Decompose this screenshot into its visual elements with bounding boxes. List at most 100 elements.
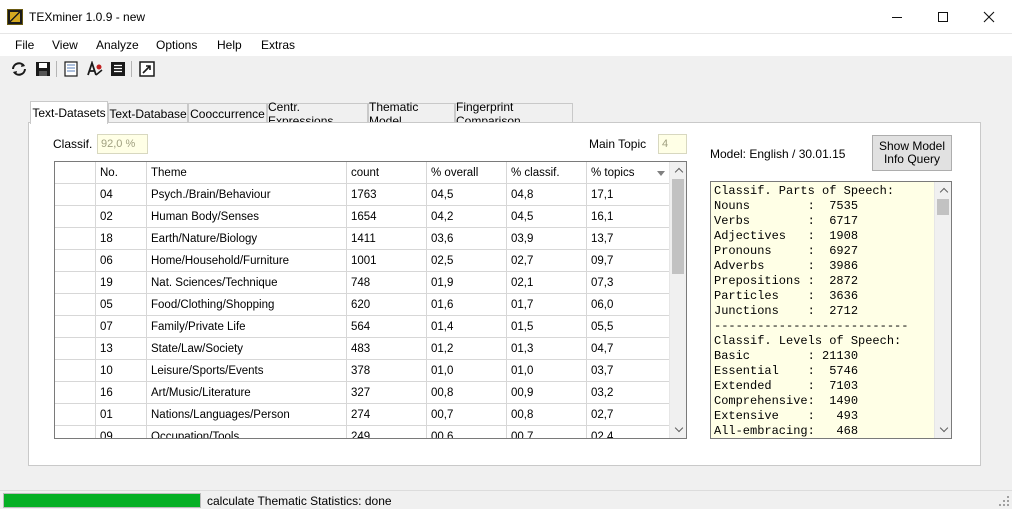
- show-model-info-query-button[interactable]: Show Model Info Query: [872, 135, 952, 171]
- export-button[interactable]: [138, 60, 156, 78]
- cell-topics[interactable]: 06,0: [587, 294, 670, 316]
- cell-theme[interactable]: Art/Music/Literature: [147, 382, 347, 404]
- maximize-button[interactable]: [920, 0, 966, 34]
- table-row[interactable]: 07 Family/Private Life 564 01,4 01,5 05,5: [55, 316, 670, 338]
- cell-count[interactable]: 378: [347, 360, 427, 382]
- cell-no[interactable]: 04: [96, 184, 147, 206]
- cell-theme[interactable]: Occupation/Tools: [147, 426, 347, 438]
- cell-classif[interactable]: 01,0: [507, 360, 587, 382]
- cell-overall[interactable]: 04,2: [427, 206, 507, 228]
- new-document-button[interactable]: [62, 60, 80, 78]
- column-header-topics[interactable]: % topics: [587, 162, 670, 184]
- menu-view[interactable]: View: [52, 38, 78, 52]
- cell-topics[interactable]: 16,1: [587, 206, 670, 228]
- cell-topics[interactable]: 05,5: [587, 316, 670, 338]
- scroll-up-button[interactable]: [670, 162, 686, 179]
- cell-no[interactable]: 13: [96, 338, 147, 360]
- cell-no[interactable]: 09: [96, 426, 147, 438]
- text-analysis-button[interactable]: [86, 60, 104, 78]
- cell-count[interactable]: 1763: [347, 184, 427, 206]
- cell-overall[interactable]: 00,6: [427, 426, 507, 438]
- cell-topics[interactable]: 07,3: [587, 272, 670, 294]
- statistics-scrollbar[interactable]: [934, 182, 951, 438]
- cell-theme[interactable]: Home/Household/Furniture: [147, 250, 347, 272]
- cell-count[interactable]: 620: [347, 294, 427, 316]
- row-header[interactable]: [55, 338, 96, 360]
- close-button[interactable]: [966, 0, 1012, 34]
- cell-count[interactable]: 1001: [347, 250, 427, 272]
- row-header[interactable]: [55, 294, 96, 316]
- cell-theme[interactable]: Food/Clothing/Shopping: [147, 294, 347, 316]
- cell-overall[interactable]: 02,5: [427, 250, 507, 272]
- cell-theme[interactable]: Nat. Sciences/Technique: [147, 272, 347, 294]
- column-header-theme[interactable]: Theme: [147, 162, 347, 184]
- tab-thematic-model[interactable]: Thematic Model: [368, 100, 455, 128]
- cell-topics[interactable]: 03,7: [587, 360, 670, 382]
- row-header[interactable]: [55, 382, 96, 404]
- cell-no[interactable]: 18: [96, 228, 147, 250]
- cell-count[interactable]: 249: [347, 426, 427, 438]
- thematic-table[interactable]: No. Theme count % overall % classif. % t…: [54, 161, 687, 439]
- cell-no[interactable]: 02: [96, 206, 147, 228]
- cell-classif[interactable]: 03,9: [507, 228, 587, 250]
- cell-topics[interactable]: 03,2: [587, 382, 670, 404]
- scroll-down-button[interactable]: [670, 421, 686, 438]
- table-row[interactable]: 16 Art/Music/Literature 327 00,8 00,9 03,2: [55, 382, 670, 404]
- cell-count[interactable]: 483: [347, 338, 427, 360]
- cell-classif[interactable]: 02,1: [507, 272, 587, 294]
- cell-topics[interactable]: 17,1: [587, 184, 670, 206]
- menu-extras[interactable]: Extras: [261, 38, 295, 52]
- cell-topics[interactable]: 09,7: [587, 250, 670, 272]
- row-header[interactable]: [55, 360, 96, 382]
- scroll-down-button[interactable]: [935, 421, 951, 438]
- cell-overall[interactable]: 04,5: [427, 184, 507, 206]
- cell-no[interactable]: 06: [96, 250, 147, 272]
- column-header-classif[interactable]: % classif.: [507, 162, 587, 184]
- menu-help[interactable]: Help: [217, 38, 242, 52]
- cell-overall[interactable]: 00,8: [427, 382, 507, 404]
- row-header[interactable]: [55, 250, 96, 272]
- cell-theme[interactable]: State/Law/Society: [147, 338, 347, 360]
- open-button[interactable]: [10, 60, 28, 78]
- cell-classif[interactable]: 00,9: [507, 382, 587, 404]
- cell-classif[interactable]: 01,5: [507, 316, 587, 338]
- statistics-textbox[interactable]: Classif. Parts of Speech: Nouns : 7535 Ver…: [710, 181, 952, 439]
- resize-grip-icon[interactable]: [999, 496, 1010, 507]
- tab-text-database[interactable]: Text-Database: [108, 103, 188, 123]
- scroll-up-button[interactable]: [935, 182, 951, 199]
- cell-no[interactable]: 07: [96, 316, 147, 338]
- cell-topics[interactable]: 02,4: [587, 426, 670, 438]
- cell-theme[interactable]: Earth/Nature/Biology: [147, 228, 347, 250]
- table-row[interactable]: 10 Leisure/Sports/Events 378 01,0 01,0 03,7: [55, 360, 670, 382]
- cell-classif[interactable]: 00,8: [507, 404, 587, 426]
- cell-topics[interactable]: 02,7: [587, 404, 670, 426]
- cell-count[interactable]: 748: [347, 272, 427, 294]
- menu-options[interactable]: Options: [156, 38, 197, 52]
- tab-cooccurrence[interactable]: Cooccurrence: [188, 103, 267, 123]
- cell-theme[interactable]: Family/Private Life: [147, 316, 347, 338]
- scroll-thumb[interactable]: [672, 179, 684, 274]
- row-header[interactable]: [55, 426, 96, 438]
- tab-centr-expressions[interactable]: Centr. Expressions: [267, 100, 368, 128]
- tab-fingerprint-comparison[interactable]: Fingerprint Comparison: [455, 100, 573, 128]
- cell-overall[interactable]: 01,9: [427, 272, 507, 294]
- cell-theme[interactable]: Psych./Brain/Behaviour: [147, 184, 347, 206]
- cell-no[interactable]: 10: [96, 360, 147, 382]
- cell-classif[interactable]: 01,7: [507, 294, 587, 316]
- cell-classif[interactable]: 01,3: [507, 338, 587, 360]
- cell-overall[interactable]: 03,6: [427, 228, 507, 250]
- row-header[interactable]: [55, 316, 96, 338]
- table-row[interactable]: 06 Home/Household/Furniture 1001 02,5 02,7 09…: [55, 250, 670, 272]
- row-header[interactable]: [55, 272, 96, 294]
- cell-no[interactable]: 05: [96, 294, 147, 316]
- table-row[interactable]: 09 Occupation/Tools 249 00,6 00,7 02,4: [55, 426, 670, 438]
- cell-count[interactable]: 1654: [347, 206, 427, 228]
- minimize-button[interactable]: [874, 0, 920, 34]
- cell-overall[interactable]: 01,4: [427, 316, 507, 338]
- scroll-thumb[interactable]: [937, 199, 949, 215]
- cell-no[interactable]: 16: [96, 382, 147, 404]
- table-row[interactable]: 02 Human Body/Senses 1654 04,2 04,5 16,1: [55, 206, 670, 228]
- cell-theme[interactable]: Human Body/Senses: [147, 206, 347, 228]
- cell-classif[interactable]: 02,7: [507, 250, 587, 272]
- cell-count[interactable]: 274: [347, 404, 427, 426]
